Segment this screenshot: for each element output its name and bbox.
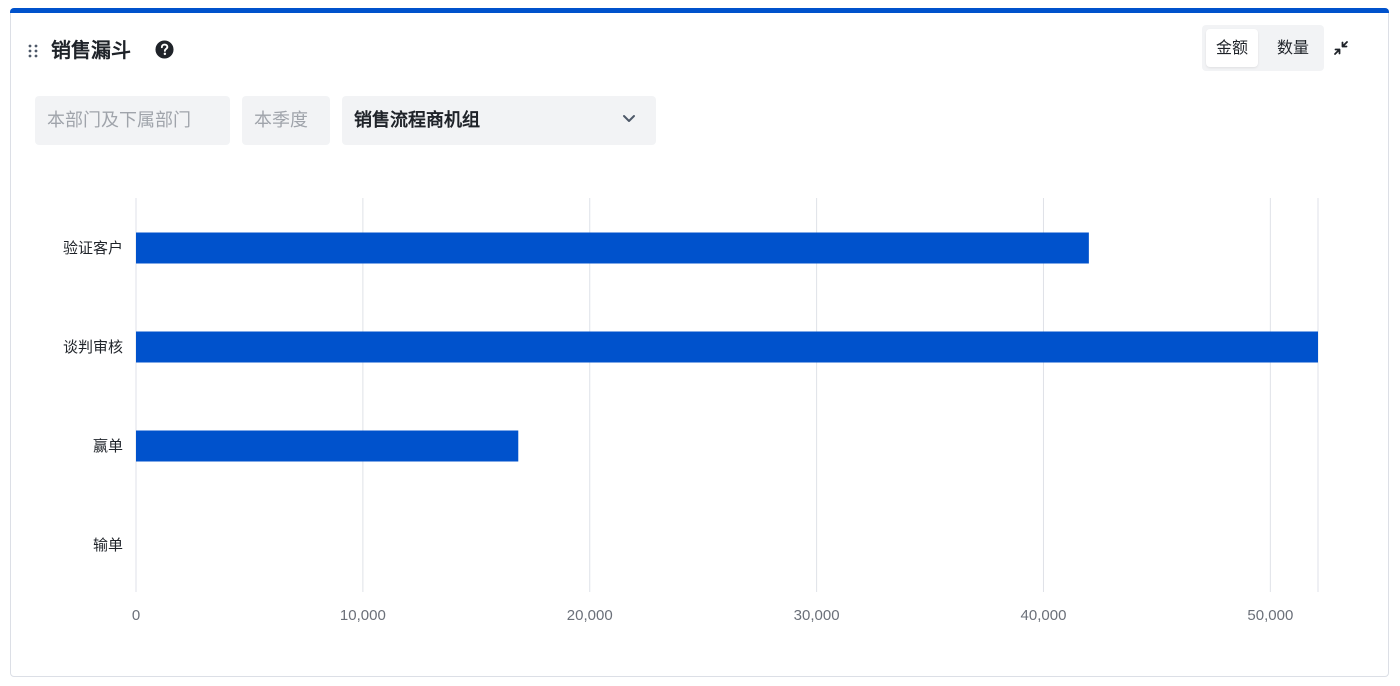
funnel-bar-chart: 0 10,000 20,000 30,000 40,000 50,000 验证客户谈判审核赢… [63, 198, 1319, 624]
bar [136, 331, 1318, 363]
x-tick-label: 20,000 [567, 607, 613, 624]
bar [136, 430, 519, 462]
y-category-label: 验证客户 [63, 239, 123, 257]
y-category-label: 输单 [93, 536, 123, 554]
x-tick-label: 40,000 [1021, 607, 1067, 624]
x-tick-label: 30,000 [794, 607, 840, 624]
x-tick-label: 10,000 [340, 607, 386, 624]
x-tick-label: 0 [132, 607, 140, 624]
x-tick-label: 50,000 [1247, 607, 1293, 624]
y-category-label: 谈判审核 [63, 338, 123, 356]
bar [136, 232, 1089, 264]
y-category-label: 赢单 [93, 437, 123, 455]
